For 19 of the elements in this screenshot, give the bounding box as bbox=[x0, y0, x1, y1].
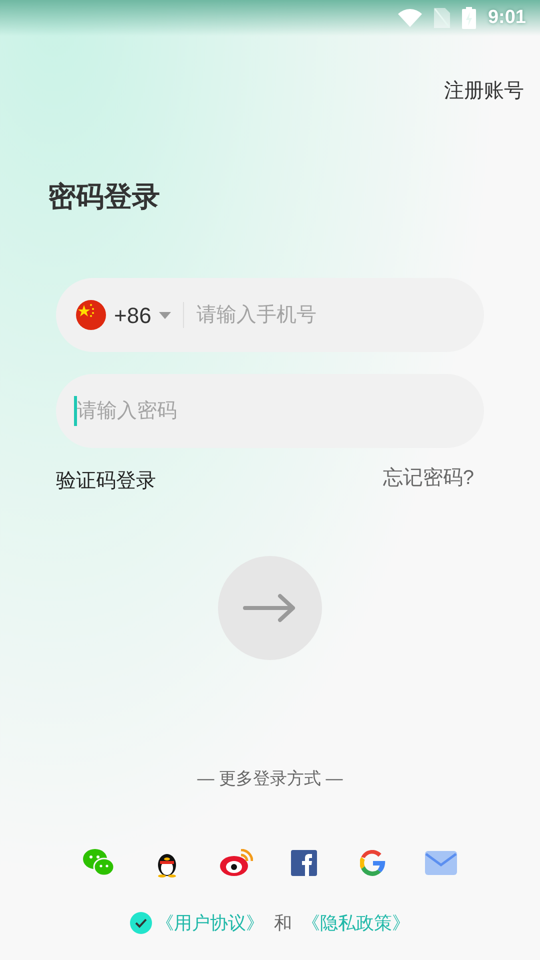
phone-field[interactable]: +86 请输入手机号 bbox=[56, 278, 484, 352]
sms-login-link[interactable]: 验证码登录 bbox=[56, 466, 156, 496]
page-title: 密码登录 bbox=[48, 180, 160, 214]
flag-icon bbox=[76, 300, 106, 330]
password-field[interactable]: 请输入密码 bbox=[56, 374, 484, 448]
country-code[interactable]: +86 bbox=[114, 298, 152, 332]
arrow-right-icon bbox=[243, 593, 297, 623]
forgot-password-link[interactable]: 忘记密码? bbox=[382, 463, 474, 493]
phone-input[interactable]: 请输入手机号 bbox=[196, 300, 464, 330]
register-link[interactable]: 注册账号 bbox=[444, 76, 524, 106]
password-input[interactable]: 请输入密码 bbox=[77, 396, 464, 426]
wifi-icon bbox=[398, 9, 422, 27]
battery-icon bbox=[462, 7, 476, 29]
checkmark-icon bbox=[135, 918, 147, 928]
no-sim-icon bbox=[434, 8, 450, 28]
more-login-label: — 更多登录方式 — bbox=[197, 768, 343, 790]
conjunction-text: 和 bbox=[274, 912, 292, 934]
status-time: 9:01 bbox=[488, 6, 526, 30]
dropdown-caret-icon[interactable] bbox=[159, 312, 172, 318]
